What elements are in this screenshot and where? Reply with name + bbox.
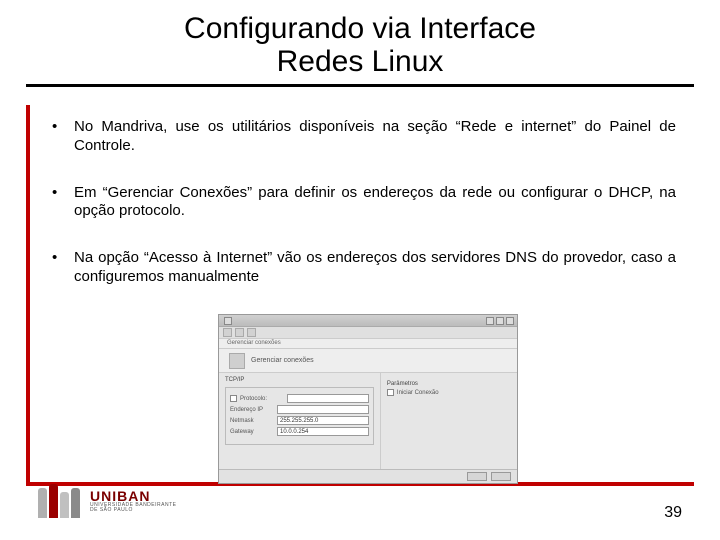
checkbox-icon xyxy=(230,395,237,402)
window: Gerenciar conexões Gerenciar conexões TC… xyxy=(218,314,518,484)
bullet-item: Em “Gerenciar Conexões” para definir os … xyxy=(50,184,676,222)
bullet-item: No Mandriva, use os utilitários disponív… xyxy=(50,118,676,156)
close-icon xyxy=(506,317,514,325)
checkbox-icon xyxy=(387,389,394,396)
toolbar xyxy=(219,327,517,339)
tcpip-group: Protocolo: Endereço IP Netmask 255.255.2… xyxy=(225,387,374,445)
icon-row: Gerenciar conexões xyxy=(219,349,517,373)
logo: UNIBAN UNIVERSIDADE BANDEIRANTE DE SÃO P… xyxy=(38,484,176,518)
right-column: Parâmetros Iniciar Conexão xyxy=(381,373,517,469)
toolbar-icon xyxy=(223,328,232,337)
params-label: Parâmetros xyxy=(387,381,511,387)
title-underline xyxy=(26,84,694,87)
toolbar-icon xyxy=(235,328,244,337)
slide-title: Configurando via Interface Redes Linux xyxy=(0,0,720,84)
footer-button xyxy=(467,472,487,481)
footer-button xyxy=(491,472,511,481)
logo-sub2: DE SÃO PAULO xyxy=(90,508,176,513)
window-titlebar xyxy=(219,315,517,327)
maximize-icon xyxy=(496,317,504,325)
logo-mark xyxy=(38,484,82,518)
embedded-screenshot: Gerenciar conexões Gerenciar conexões TC… xyxy=(218,314,518,484)
bullet-list: No Mandriva, use os utilitários disponív… xyxy=(50,118,676,315)
breadcrumb: Gerenciar conexões xyxy=(219,339,517,349)
logo-name: UNIBAN xyxy=(90,489,176,503)
title-line-2: Redes Linux xyxy=(277,45,444,78)
slide: Configurando via Interface Redes Linux N… xyxy=(0,0,720,540)
title-line-1: Configurando via Interface xyxy=(184,12,536,45)
columns: TCP/IP Protocolo: Endereço IP Netmask xyxy=(219,373,517,469)
logo-text: UNIBAN UNIVERSIDADE BANDEIRANTE DE SÃO P… xyxy=(90,489,176,513)
gateway-value: 10.0.0.254 xyxy=(277,427,369,436)
network-icon xyxy=(229,353,245,369)
toolbar-icon xyxy=(247,328,256,337)
icon-row-label: Gerenciar conexões xyxy=(251,357,314,364)
mask-value: 255.255.255.0 xyxy=(277,416,369,425)
window-menu-icon xyxy=(224,317,232,325)
bullet-item: Na opção “Acesso à Internet” vão os ende… xyxy=(50,249,676,287)
ip-value xyxy=(277,405,369,414)
protocol-label: Protocolo: xyxy=(240,396,284,402)
minimize-icon xyxy=(486,317,494,325)
page-number: 39 xyxy=(664,504,682,522)
window-footer xyxy=(219,469,517,483)
ip-label: Endereço IP xyxy=(230,407,274,413)
left-column: TCP/IP Protocolo: Endereço IP Netmask xyxy=(219,373,381,469)
gateway-label: Gateway xyxy=(230,429,274,435)
mask-label: Netmask xyxy=(230,418,274,424)
group-label: TCP/IP xyxy=(225,377,374,383)
start-connection-label: Iniciar Conexão xyxy=(397,390,439,396)
protocol-value xyxy=(287,394,369,403)
